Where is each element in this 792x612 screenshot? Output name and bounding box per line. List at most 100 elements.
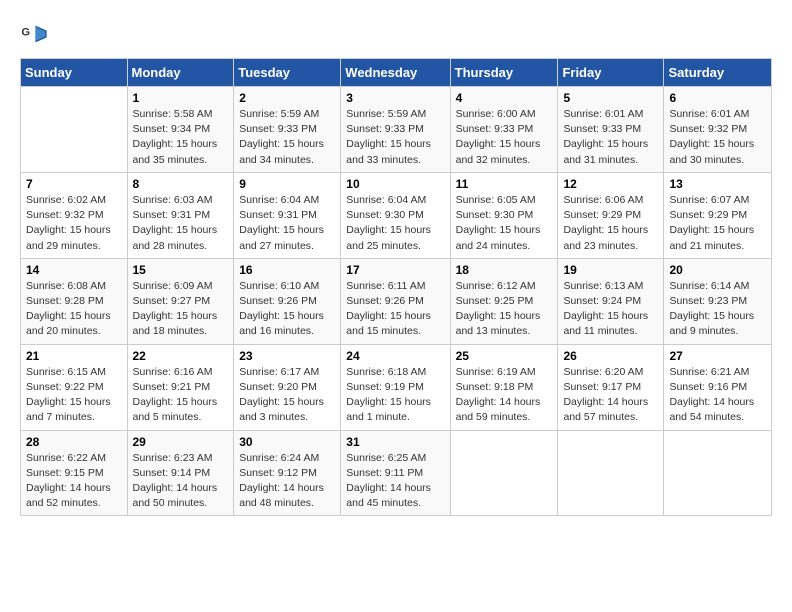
day-number: 17 <box>346 263 444 277</box>
calendar-week-row: 14 Sunrise: 6:08 AM Sunset: 9:28 PM Dayli… <box>21 258 772 344</box>
day-number: 18 <box>456 263 553 277</box>
calendar-cell: 22 Sunrise: 6:16 AM Sunset: 9:21 PM Dayli… <box>127 344 234 430</box>
calendar-week-row: 28 Sunrise: 6:22 AM Sunset: 9:15 PM Dayli… <box>21 430 772 516</box>
day-info: Sunrise: 6:20 AM Sunset: 9:17 PM Dayligh… <box>563 365 658 426</box>
day-info: Sunrise: 6:17 AM Sunset: 9:20 PM Dayligh… <box>239 365 335 426</box>
calendar-cell: 3 Sunrise: 5:59 AM Sunset: 9:33 PM Daylig… <box>341 87 450 173</box>
calendar-cell: 11 Sunrise: 6:05 AM Sunset: 9:30 PM Dayli… <box>450 172 558 258</box>
weekday-header-tuesday: Tuesday <box>234 59 341 87</box>
day-number: 13 <box>669 177 766 191</box>
day-number: 14 <box>26 263 122 277</box>
calendar-cell: 30 Sunrise: 6:24 AM Sunset: 9:12 PM Dayli… <box>234 430 341 516</box>
calendar-cell: 20Sunrise: 6:14 AM Sunset: 9:23 PM Dayli… <box>664 258 772 344</box>
day-info: Sunrise: 6:00 AM Sunset: 9:33 PM Dayligh… <box>456 107 553 168</box>
day-number: 3 <box>346 91 444 105</box>
day-number: 15 <box>133 263 229 277</box>
calendar-cell: 14 Sunrise: 6:08 AM Sunset: 9:28 PM Dayli… <box>21 258 128 344</box>
calendar-cell: 27 Sunrise: 6:21 AM Sunset: 9:16 PM Dayli… <box>664 344 772 430</box>
calendar-cell: 28 Sunrise: 6:22 AM Sunset: 9:15 PM Dayli… <box>21 430 128 516</box>
day-info: Sunrise: 6:13 AM Sunset: 9:24 PM Dayligh… <box>563 279 658 340</box>
day-info: Sunrise: 6:05 AM Sunset: 9:30 PM Dayligh… <box>456 193 553 254</box>
day-number: 26 <box>563 349 658 363</box>
day-info: Sunrise: 6:18 AM Sunset: 9:19 PM Dayligh… <box>346 365 444 426</box>
calendar-cell: 19 Sunrise: 6:13 AM Sunset: 9:24 PM Dayli… <box>558 258 664 344</box>
day-info: Sunrise: 6:07 AM Sunset: 9:29 PM Dayligh… <box>669 193 766 254</box>
calendar-cell: 7Sunrise: 6:02 AM Sunset: 9:32 PM Daylig… <box>21 172 128 258</box>
day-info: Sunrise: 6:08 AM Sunset: 9:28 PM Dayligh… <box>26 279 122 340</box>
day-info: Sunrise: 5:59 AM Sunset: 9:33 PM Dayligh… <box>346 107 444 168</box>
logo-icon: G <box>20 20 48 48</box>
calendar-cell: 26 Sunrise: 6:20 AM Sunset: 9:17 PM Dayli… <box>558 344 664 430</box>
calendar-cell <box>664 430 772 516</box>
weekday-header-saturday: Saturday <box>664 59 772 87</box>
day-info: Sunrise: 6:24 AM Sunset: 9:12 PM Dayligh… <box>239 451 335 512</box>
day-number: 19 <box>563 263 658 277</box>
day-info: Sunrise: 6:01 AM Sunset: 9:32 PM Dayligh… <box>669 107 766 168</box>
day-info: Sunrise: 6:19 AM Sunset: 9:18 PM Dayligh… <box>456 365 553 426</box>
day-number: 12 <box>563 177 658 191</box>
day-info: Sunrise: 6:04 AM Sunset: 9:31 PM Dayligh… <box>239 193 335 254</box>
calendar-cell <box>450 430 558 516</box>
logo: G <box>20 20 52 48</box>
calendar-cell: 1 Sunrise: 5:58 AM Sunset: 9:34 PM Daylig… <box>127 87 234 173</box>
day-info: Sunrise: 6:12 AM Sunset: 9:25 PM Dayligh… <box>456 279 553 340</box>
day-info: Sunrise: 6:25 AM Sunset: 9:11 PM Dayligh… <box>346 451 444 512</box>
weekday-header-sunday: Sunday <box>21 59 128 87</box>
day-number: 6 <box>669 91 766 105</box>
day-number: 5 <box>563 91 658 105</box>
weekday-header-wednesday: Wednesday <box>341 59 450 87</box>
day-number: 27 <box>669 349 766 363</box>
calendar-cell: 31Sunrise: 6:25 AM Sunset: 9:11 PM Dayli… <box>341 430 450 516</box>
calendar-cell <box>558 430 664 516</box>
day-info: Sunrise: 6:14 AM Sunset: 9:23 PM Dayligh… <box>669 279 766 340</box>
day-number: 1 <box>133 91 229 105</box>
day-info: Sunrise: 5:59 AM Sunset: 9:33 PM Dayligh… <box>239 107 335 168</box>
day-number: 11 <box>456 177 553 191</box>
calendar-cell: 4 Sunrise: 6:00 AM Sunset: 9:33 PM Daylig… <box>450 87 558 173</box>
day-number: 8 <box>133 177 229 191</box>
day-info: Sunrise: 6:21 AM Sunset: 9:16 PM Dayligh… <box>669 365 766 426</box>
weekday-header-friday: Friday <box>558 59 664 87</box>
calendar-cell: 10 Sunrise: 6:04 AM Sunset: 9:30 PM Dayli… <box>341 172 450 258</box>
day-number: 24 <box>346 349 444 363</box>
day-info: Sunrise: 6:04 AM Sunset: 9:30 PM Dayligh… <box>346 193 444 254</box>
day-number: 2 <box>239 91 335 105</box>
calendar-cell: 29Sunrise: 6:23 AM Sunset: 9:14 PM Dayli… <box>127 430 234 516</box>
day-info: Sunrise: 6:23 AM Sunset: 9:14 PM Dayligh… <box>133 451 229 512</box>
calendar-week-row: 7Sunrise: 6:02 AM Sunset: 9:32 PM Daylig… <box>21 172 772 258</box>
calendar-cell: 17 Sunrise: 6:11 AM Sunset: 9:26 PM Dayli… <box>341 258 450 344</box>
day-info: Sunrise: 6:15 AM Sunset: 9:22 PM Dayligh… <box>26 365 122 426</box>
day-info: Sunrise: 6:16 AM Sunset: 9:21 PM Dayligh… <box>133 365 229 426</box>
calendar-week-row: 1 Sunrise: 5:58 AM Sunset: 9:34 PM Daylig… <box>21 87 772 173</box>
day-info: Sunrise: 6:11 AM Sunset: 9:26 PM Dayligh… <box>346 279 444 340</box>
weekday-header-monday: Monday <box>127 59 234 87</box>
day-number: 4 <box>456 91 553 105</box>
calendar-cell: 9Sunrise: 6:04 AM Sunset: 9:31 PM Daylig… <box>234 172 341 258</box>
svg-text:G: G <box>21 26 30 38</box>
day-number: 22 <box>133 349 229 363</box>
weekday-header-row: SundayMondayTuesdayWednesdayThursdayFrid… <box>21 59 772 87</box>
day-number: 28 <box>26 435 122 449</box>
calendar-cell: 2 Sunrise: 5:59 AM Sunset: 9:33 PM Daylig… <box>234 87 341 173</box>
calendar-cell: 25 Sunrise: 6:19 AM Sunset: 9:18 PM Dayli… <box>450 344 558 430</box>
day-number: 21 <box>26 349 122 363</box>
day-number: 25 <box>456 349 553 363</box>
day-info: Sunrise: 5:58 AM Sunset: 9:34 PM Dayligh… <box>133 107 229 168</box>
day-number: 10 <box>346 177 444 191</box>
calendar-cell: 5 Sunrise: 6:01 AM Sunset: 9:33 PM Daylig… <box>558 87 664 173</box>
calendar-table: SundayMondayTuesdayWednesdayThursdayFrid… <box>20 58 772 516</box>
calendar-cell: 21 Sunrise: 6:15 AM Sunset: 9:22 PM Dayli… <box>21 344 128 430</box>
day-number: 16 <box>239 263 335 277</box>
day-number: 30 <box>239 435 335 449</box>
day-info: Sunrise: 6:01 AM Sunset: 9:33 PM Dayligh… <box>563 107 658 168</box>
calendar-week-row: 21 Sunrise: 6:15 AM Sunset: 9:22 PM Dayli… <box>21 344 772 430</box>
calendar-cell <box>21 87 128 173</box>
calendar-cell: 13 Sunrise: 6:07 AM Sunset: 9:29 PM Dayli… <box>664 172 772 258</box>
weekday-header-thursday: Thursday <box>450 59 558 87</box>
day-info: Sunrise: 6:02 AM Sunset: 9:32 PM Dayligh… <box>26 193 122 254</box>
calendar-cell: 18 Sunrise: 6:12 AM Sunset: 9:25 PM Dayli… <box>450 258 558 344</box>
day-info: Sunrise: 6:22 AM Sunset: 9:15 PM Dayligh… <box>26 451 122 512</box>
calendar-cell: 15Sunrise: 6:09 AM Sunset: 9:27 PM Dayli… <box>127 258 234 344</box>
calendar-cell: 24 Sunrise: 6:18 AM Sunset: 9:19 PM Dayli… <box>341 344 450 430</box>
day-info: Sunrise: 6:10 AM Sunset: 9:26 PM Dayligh… <box>239 279 335 340</box>
